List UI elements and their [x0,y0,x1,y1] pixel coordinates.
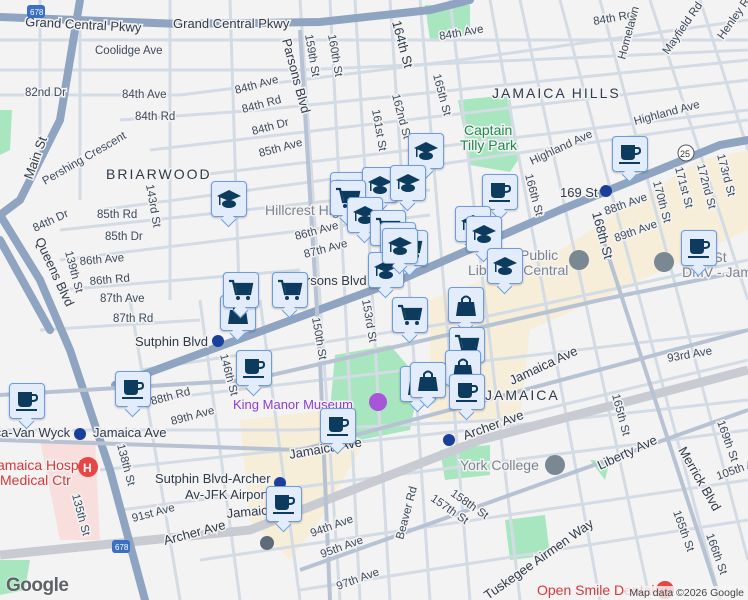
google-logo: Google [6,575,69,596]
school-icon [493,257,517,275]
label: Coolidge Ave [95,45,163,57]
college-icon [545,455,565,475]
coffee-icon [327,417,350,436]
neighborhood-label: BRIARWOOD [106,166,212,182]
college-label: York College [460,457,539,473]
coffee-marker[interactable] [612,136,648,172]
label: 161st St [369,108,388,152]
park-label: Tilly Park [460,137,518,153]
station-label: Jamaica-Van Wyck [0,425,71,440]
coffee-icon [16,392,39,411]
bag-marker[interactable] [448,287,484,323]
park-label: Captain [464,122,512,138]
station-label: Sutphin Blvd-Archer [155,471,271,486]
label: Liberty Ave [595,432,659,473]
coffee-icon [243,359,266,378]
school-icon [414,142,438,160]
school-icon [217,190,241,208]
label: 84th Rd [241,94,283,116]
coffee-marker[interactable] [320,408,356,444]
coffee-icon [456,383,479,402]
label: Jamaica Ave [93,425,166,440]
map-base: Grand Central Pkwy Grand Central Pkwy Co… [0,0,748,600]
library-label: Public [520,247,558,263]
school-marker[interactable] [466,216,502,252]
coffee-icon [489,183,512,202]
school-marker[interactable] [211,181,247,217]
school-marker[interactable] [487,248,523,284]
coffee-icon [688,239,711,258]
school-icon [472,225,496,243]
label: 86th Ave [79,252,124,268]
cart-icon [278,279,303,300]
school-icon [396,174,420,192]
coffee-icon [122,380,145,399]
coffee-icon [619,145,642,164]
cart-marker[interactable] [392,297,428,333]
hospital-label: Medical Ctr [0,472,71,488]
label: 85th Dr [105,231,143,243]
label: 87th Rd [113,313,153,325]
label: Grand Central Pkwy [173,16,290,31]
library-icon [569,250,589,270]
school-marker[interactable] [408,133,444,169]
label: 85th Rd [97,209,137,221]
school-icon [388,237,412,255]
label: 84th Rd [135,111,175,123]
coffee-marker[interactable] [9,383,45,419]
school-marker[interactable] [390,165,426,201]
label: Beaver Rd [394,485,420,541]
label: 84th Ave [234,74,280,97]
subway-icon [74,428,86,440]
label: 84th Ave [122,89,167,101]
neighborhood-label: JAMAICA [485,387,560,403]
i678-shield: 678 [30,8,44,17]
bag-marker[interactable] [410,362,446,398]
cart-marker[interactable] [272,272,308,308]
cart-icon [229,279,254,300]
rail-station-icon [260,536,274,550]
coffee-icon [273,495,296,514]
label: Sutphin Blvd [135,334,208,349]
label: 150th St [309,316,328,361]
map-attribution[interactable]: Map data ©2026 Google [625,586,748,600]
coffee-marker[interactable] [681,230,717,266]
coffee-marker[interactable] [482,174,518,210]
coffee-marker[interactable] [115,371,151,407]
label: Mayfield Rd [661,0,706,57]
label: 89th Ave [170,405,216,428]
label: 85th Ave [258,137,304,160]
bag-icon [418,370,438,391]
cart-marker[interactable] [223,272,259,308]
coffee-marker[interactable] [449,374,485,410]
coffee-marker[interactable] [266,486,302,522]
label: Archer Ave [162,517,227,548]
station-label: 169 St [560,185,598,200]
cart-icon [398,304,423,325]
route-25-shield: 25 [680,149,690,159]
school-marker[interactable] [382,228,418,264]
bag-icon [456,295,476,316]
svg-text:H: H [83,461,92,475]
subway-icon [443,434,455,446]
label: 88th Rd [150,386,192,408]
coffee-marker[interactable] [236,350,272,386]
label: 87th Ave [100,293,145,305]
label: 82nd Dr [25,87,66,99]
museum-icon [369,393,387,411]
label: 165th St [430,73,453,118]
hospital-area [40,440,100,540]
station-label: Av-JFK Airport [185,487,269,502]
subway-icon [212,335,224,347]
label: 143rd St [143,183,163,229]
map-canvas[interactable]: Grand Central Pkwy Grand Central Pkwy Co… [0,0,748,600]
subway-icon [600,185,612,197]
neighborhood-label: JAMAICA HILLS [492,85,621,101]
government-icon [654,252,674,272]
i678-shield: 678 [115,543,129,552]
